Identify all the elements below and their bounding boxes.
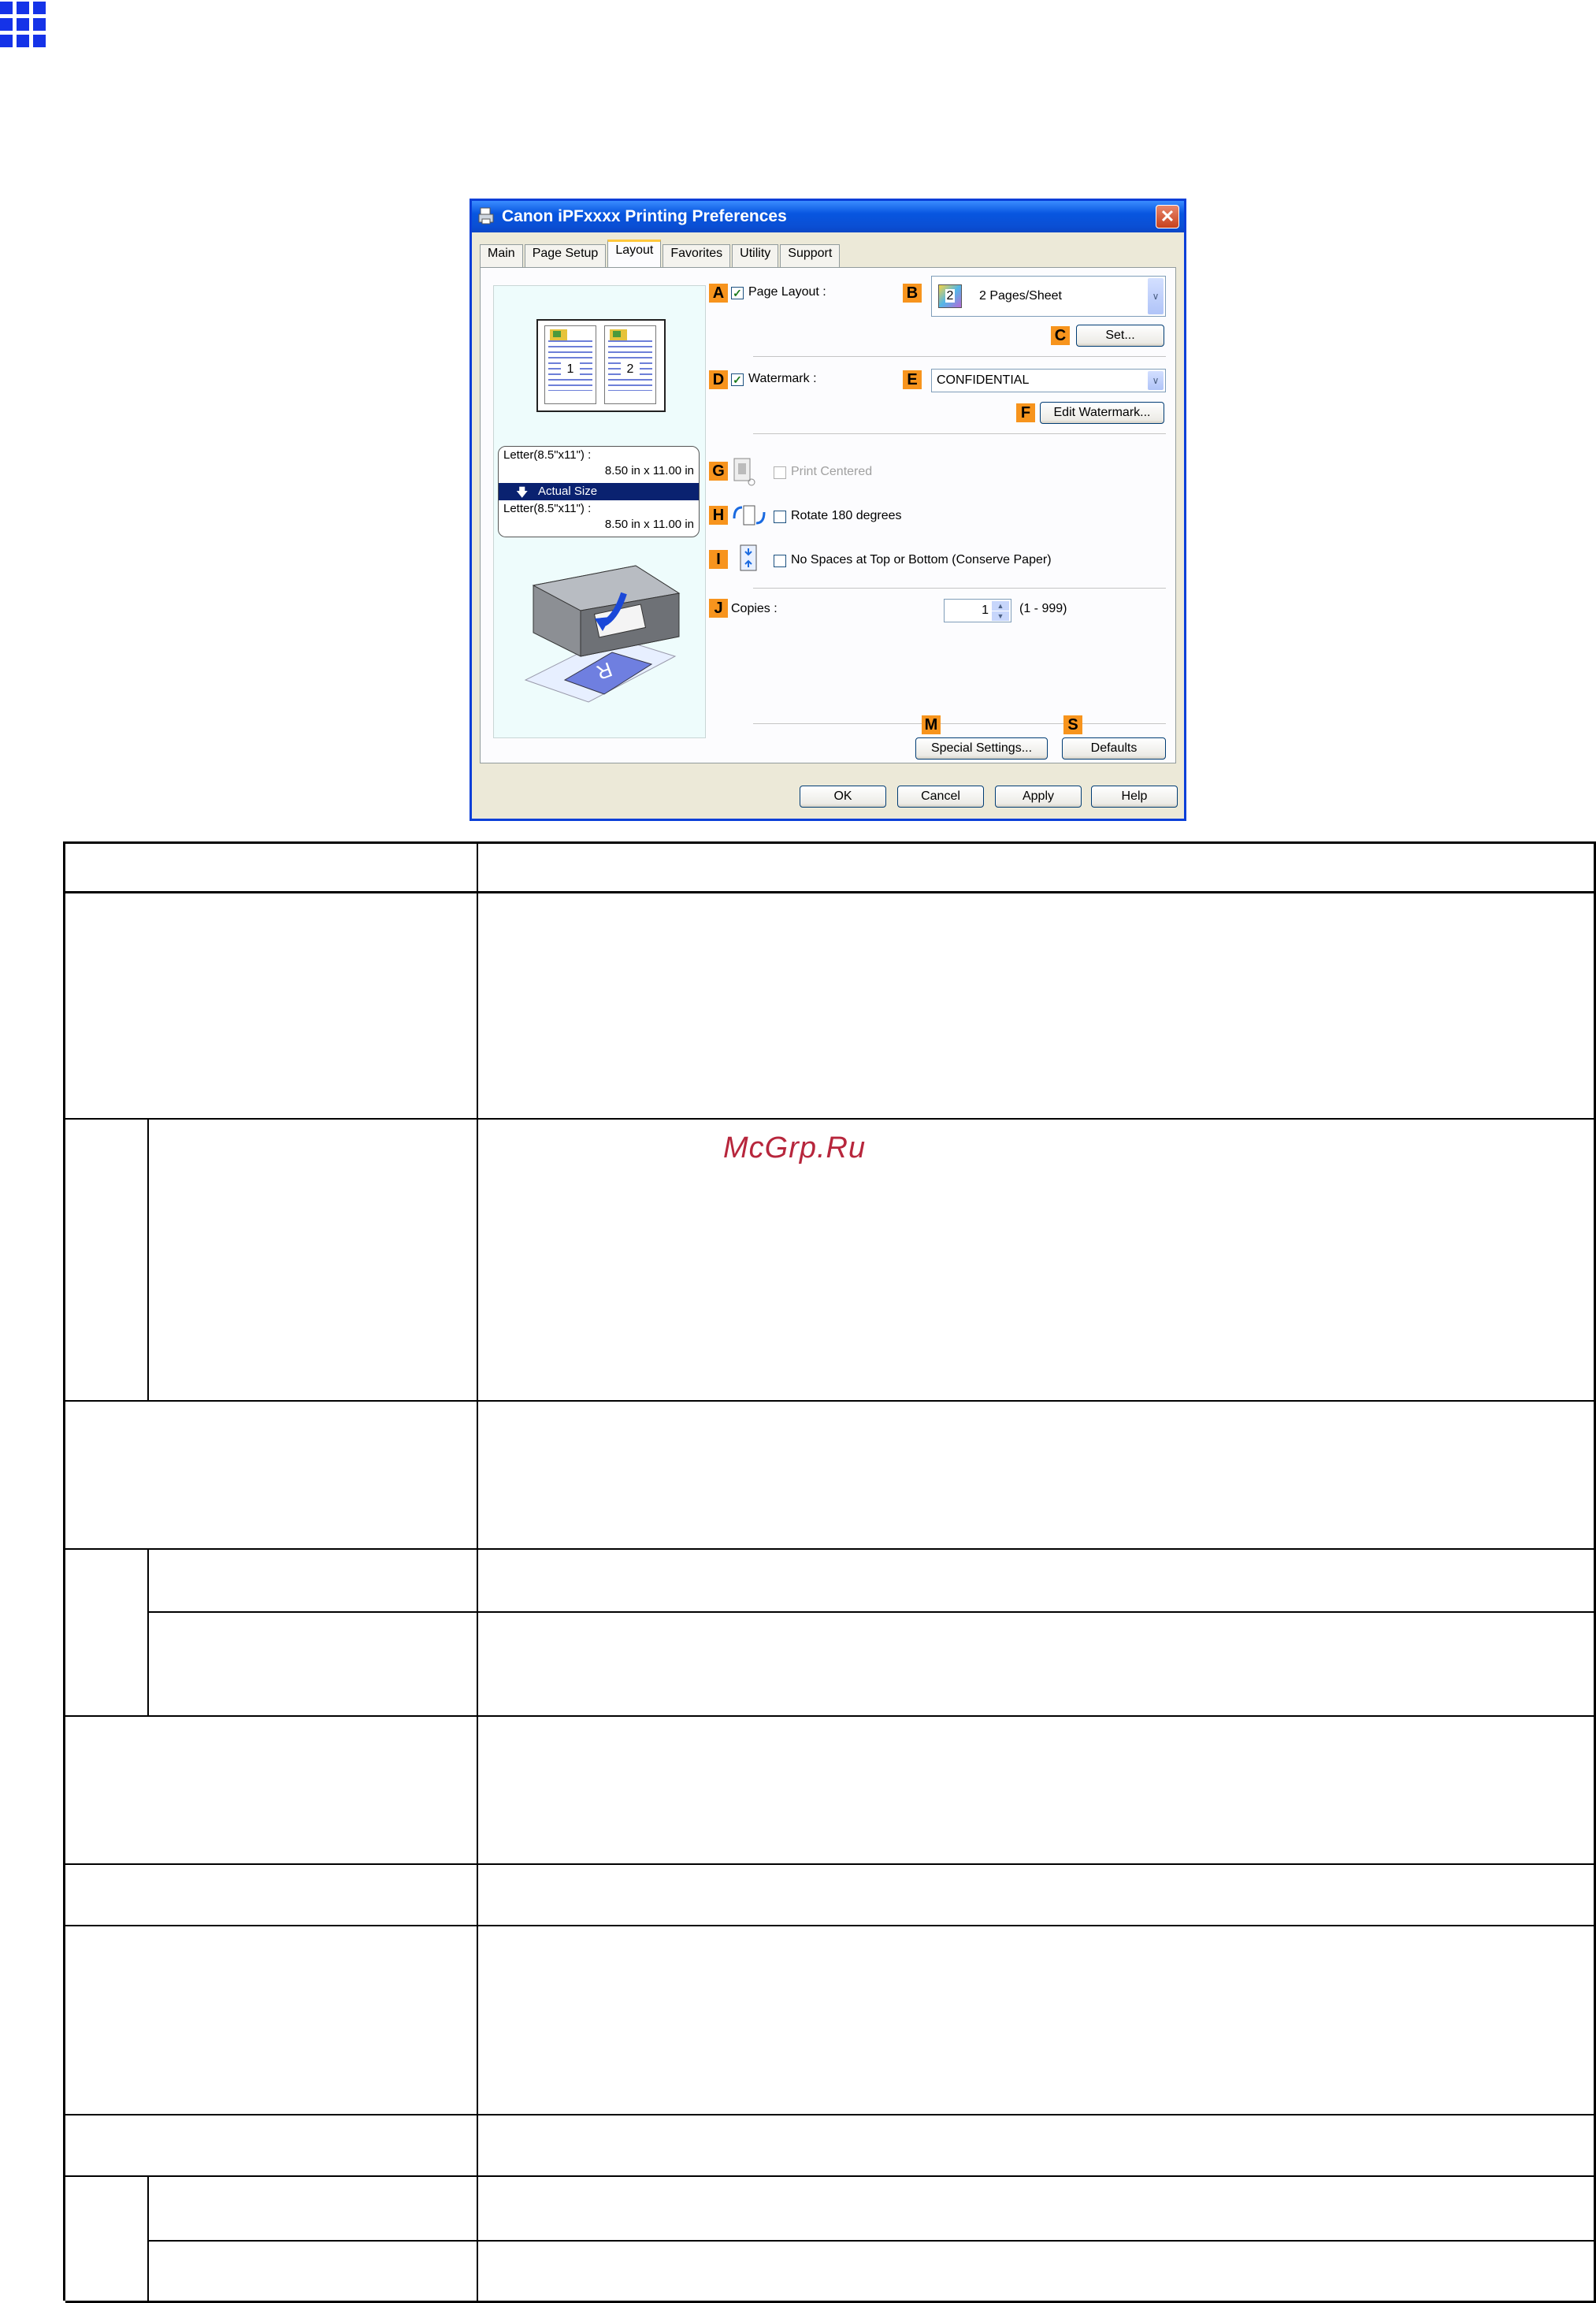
copies-range: (1 - 999) (1019, 602, 1067, 615)
edit-watermark-button[interactable]: Edit Watermark... (1040, 402, 1164, 424)
page-layout-checkbox[interactable]: ✓ (731, 287, 744, 299)
tab-favorites[interactable]: Favorites (663, 244, 731, 267)
watermark-label: Watermark : (748, 372, 817, 385)
separator (753, 356, 1166, 357)
page-number: 2 (621, 362, 640, 377)
marker-c: C (1051, 326, 1070, 345)
tab-layout[interactable]: Layout (607, 240, 662, 269)
tab-main[interactable]: Main (480, 244, 523, 267)
watermark-select[interactable]: CONFIDENTIAL ∨ (931, 369, 1166, 392)
marker-a: A (709, 284, 728, 303)
original-dimensions: 8.50 in x 11.00 in (604, 464, 694, 477)
spin-down-icon[interactable]: ▼ (992, 611, 1009, 621)
page-layout-label: Page Layout : (748, 285, 826, 299)
page-thumbnail: 1 (544, 325, 596, 404)
sheet-preview: 1 2 (536, 319, 666, 412)
marker-s: S (1063, 715, 1082, 734)
print-centered-checkbox[interactable] (774, 466, 786, 479)
copies-value: 1 (982, 604, 989, 617)
tab-utility[interactable]: Utility (732, 244, 779, 267)
separator (753, 433, 1166, 434)
separator (753, 723, 1166, 724)
scaling-label: Actual Size (538, 485, 598, 498)
print-centered-label: Print Centered (791, 465, 873, 478)
help-button[interactable]: Help (1091, 786, 1178, 808)
printing-preferences-dialog: Canon iPFxxxx Printing Preferences ✕ Mai… (470, 199, 1186, 821)
table-column-divider (477, 844, 478, 2303)
table-row-divider (65, 1118, 1596, 1120)
marker-b: B (903, 284, 922, 303)
menu-grid-icon[interactable] (0, 2, 47, 49)
table-row-divider (65, 2175, 1596, 2177)
defaults-button[interactable]: Defaults (1062, 737, 1166, 760)
no-spaces-checkbox[interactable] (774, 555, 786, 567)
output-dimensions: 8.50 in x 11.00 in (604, 518, 694, 531)
special-settings-button[interactable]: Special Settings... (915, 737, 1048, 760)
preview-area: 1 2 Letter(8.5"x11") : 8.50 in x 11.00 i… (493, 285, 706, 738)
no-spaces-label: No Spaces at Top or Bottom (Conserve Pap… (791, 553, 1052, 566)
marker-h: H (709, 506, 728, 525)
copies-label: Copies : (731, 602, 778, 615)
rotate-icon (733, 505, 766, 526)
image-icon (610, 329, 627, 340)
conserve-paper-icon (740, 544, 757, 571)
image-icon (550, 329, 567, 340)
tab-page-setup[interactable]: Page Setup (524, 244, 607, 267)
watermark-value: CONFIDENTIAL (937, 373, 1030, 387)
page-layout-select[interactable]: 2 2 Pages/Sheet ∨ (931, 276, 1166, 317)
table-subrow-divider (149, 2240, 1596, 2242)
table-subcolumn-divider (147, 1118, 149, 1400)
watermark-checkbox[interactable]: ✓ (731, 373, 744, 386)
table-row-divider (65, 1863, 1596, 1865)
chevron-down-icon[interactable]: ∨ (1148, 371, 1164, 390)
table-row-divider (65, 2114, 1596, 2115)
output-size: Letter(8.5"x11") : (503, 502, 592, 515)
table-subcolumn-divider (147, 2175, 149, 2303)
marker-i: I (709, 550, 728, 569)
marker-m: M (922, 715, 941, 734)
table-row-divider (65, 891, 1596, 893)
cancel-button[interactable]: Cancel (897, 786, 984, 808)
copies-spinner[interactable]: 1 ▲ ▼ (944, 599, 1011, 622)
chevron-down-icon[interactable]: ∨ (1148, 278, 1164, 314)
original-size: Letter(8.5"x11") : (503, 448, 592, 462)
apply-button[interactable]: Apply (995, 786, 1082, 808)
dialog-title: Canon iPFxxxx Printing Preferences (502, 207, 787, 225)
close-button[interactable]: ✕ (1156, 205, 1179, 228)
tab-support[interactable]: Support (780, 244, 841, 267)
marker-e: E (903, 370, 922, 389)
table-subcolumn-divider (147, 1548, 149, 1715)
watermark-text: McGrp.Ru (723, 1131, 867, 1165)
scaling-row: 🡇 Actual Size (499, 483, 699, 500)
set-button[interactable]: Set... (1076, 325, 1164, 347)
table-subrow-divider (149, 1611, 1596, 1613)
layout-panel: 1 2 Letter(8.5"x11") : 8.50 in x 11.00 i… (480, 267, 1176, 763)
printer-icon (478, 207, 494, 225)
page-layout-value: 2 Pages/Sheet (979, 289, 1062, 303)
marker-g: G (709, 462, 728, 481)
title-bar[interactable]: Canon iPFxxxx Printing Preferences ✕ (472, 201, 1184, 232)
print-centered-icon (733, 458, 755, 486)
page-thumbnail: 2 (604, 325, 656, 404)
settings-table (63, 841, 1596, 2303)
rotate-label: Rotate 180 degrees (791, 509, 902, 522)
table-row-divider (65, 1548, 1596, 1550)
page-number: 1 (561, 362, 580, 377)
printer-illustration: R (524, 565, 681, 703)
marker-j: J (709, 599, 728, 618)
table-row-divider (65, 1400, 1596, 1402)
ok-button[interactable]: OK (800, 786, 886, 808)
marker-d: D (709, 370, 728, 389)
layout-icon: 2 (938, 284, 962, 308)
table-row-divider (65, 1925, 1596, 1926)
paper-size-info: Letter(8.5"x11") : 8.50 in x 11.00 in 🡇 … (498, 446, 700, 537)
rotate-checkbox[interactable] (774, 511, 786, 523)
marker-f: F (1016, 403, 1035, 422)
separator (753, 588, 1166, 589)
spin-up-icon[interactable]: ▲ (992, 601, 1009, 611)
table-row-divider (65, 1715, 1596, 1717)
tab-bar: Main Page Setup Layout Favorites Utility… (480, 240, 841, 269)
